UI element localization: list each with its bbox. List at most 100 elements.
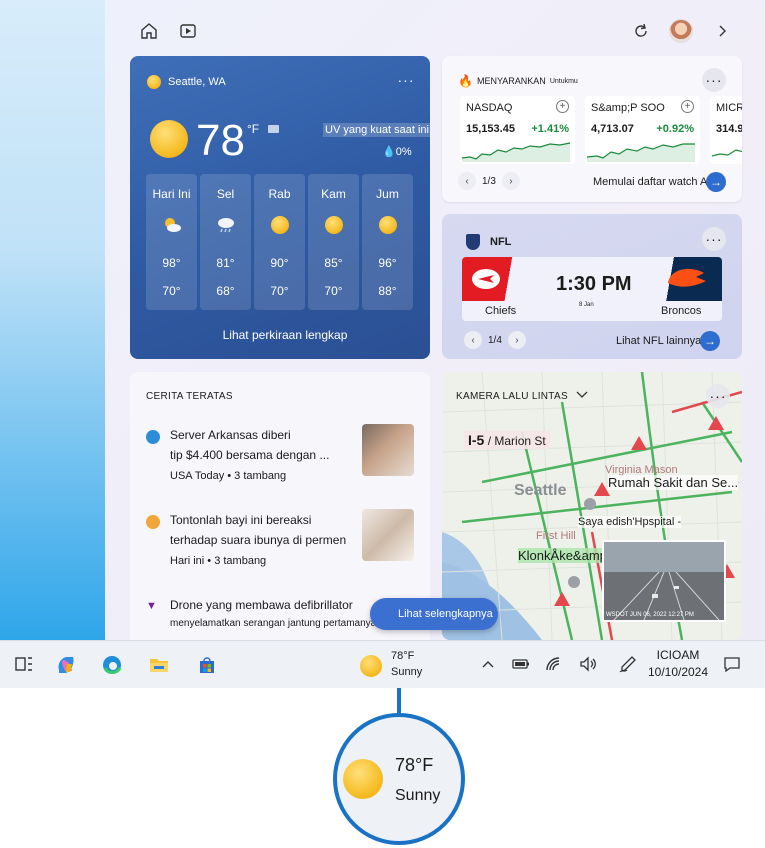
ticker-value: 4,713.07 xyxy=(591,123,634,135)
day-name: Jum xyxy=(376,187,399,201)
weather-card[interactable]: Seattle, WA ··· 78 °F UV yang kuat saat … xyxy=(130,56,430,359)
add-icon[interactable]: + xyxy=(556,100,569,113)
day-low: 88° xyxy=(378,284,397,298)
nfl-header: NFL xyxy=(466,234,511,250)
forecast-day[interactable]: Rab 90° 70° xyxy=(254,174,305,310)
sparkline xyxy=(712,149,742,157)
today-logo-icon xyxy=(146,515,160,529)
see-more-button[interactable]: Lihat selengkapnya xyxy=(370,598,498,630)
forecast-day[interactable]: Kam 85° 70° xyxy=(308,174,359,310)
wifi-icon[interactable] xyxy=(543,654,565,676)
arrow-right-icon[interactable]: → xyxy=(700,331,720,351)
stocks-label: MENYARANKAN xyxy=(476,76,546,86)
more-nfl-link[interactable]: Lihat NFL lainnya xyxy=(616,335,701,347)
map-poi-label: Saya edish'Hpspital - xyxy=(578,516,681,528)
ticker-value: 15,153.45 xyxy=(466,123,515,135)
camera-snapshot[interactable]: WSDOT JUN 06, 2022 12:27 PM xyxy=(602,540,726,622)
system-clock[interactable]: ICIOAM 10/10/2024 xyxy=(640,647,716,681)
weather-zoom-callout: 78°F Sunny xyxy=(333,713,465,845)
chiefs-logo-icon xyxy=(462,257,517,301)
chevron-left-icon[interactable]: ‹ xyxy=(464,331,482,349)
day-high: 81° xyxy=(216,256,235,270)
traffic-label: KAMERA LALU LINTAS xyxy=(456,391,568,402)
chevron-down-icon[interactable] xyxy=(576,391,588,402)
story-title: Drone yang membawa defibrillator xyxy=(170,598,353,612)
chevron-up-icon[interactable] xyxy=(480,654,502,676)
sun-icon xyxy=(324,215,344,235)
usa-today-logo-icon xyxy=(146,430,160,444)
forecast-day[interactable]: Sel 81° 68° xyxy=(200,174,251,310)
clock-time: ICIOAM xyxy=(656,648,700,662)
ticker-card[interactable]: S&amp;P SOO + 4,713.07 +0.92% xyxy=(585,96,700,164)
file-explorer-icon[interactable] xyxy=(148,654,170,676)
uv-alert[interactable]: UV yang kuat saat ini xyxy=(323,123,430,137)
page-indicator: 1/4 xyxy=(488,334,502,346)
ticker-value: 314.9 xyxy=(716,123,742,135)
game-date: 8 Jan xyxy=(579,302,594,308)
add-icon[interactable]: + xyxy=(681,100,694,113)
edge-icon[interactable] xyxy=(101,654,123,676)
day-name: Sel xyxy=(216,187,235,201)
arrow-right-icon[interactable]: → xyxy=(706,172,726,192)
task-view-icon[interactable] xyxy=(14,654,36,676)
more-options-icon[interactable]: ··· xyxy=(702,68,726,92)
stocks-pager: ‹ 1/3 › xyxy=(458,172,520,190)
battery-icon[interactable] xyxy=(511,654,533,676)
source-logo-icon: ▼ xyxy=(146,600,157,612)
team-left-name: Chiefs xyxy=(485,305,517,317)
notification-icon[interactable] xyxy=(722,654,744,676)
sun-icon xyxy=(360,655,382,677)
forecast-day[interactable]: Jum 96° 88° xyxy=(362,174,413,310)
sparkline xyxy=(587,143,695,162)
page-indicator: 1/3 xyxy=(482,175,496,187)
chevron-right-icon[interactable]: › xyxy=(507,331,526,349)
ticker-name: S&amp;P SOO xyxy=(591,102,665,114)
day-name: Rab xyxy=(268,187,291,201)
chevron-left-icon[interactable]: ‹ xyxy=(458,172,476,190)
ticker-list: NASDAQ + 15,153.45 +1.41% S&amp;P SOO + … xyxy=(460,96,742,164)
nfl-label: NFL xyxy=(490,236,512,248)
taskbar: 78°F Sunny ICIOAM 10/10/2024 xyxy=(0,640,765,688)
home-icon[interactable] xyxy=(138,20,160,42)
day-low: 70° xyxy=(270,284,289,298)
store-icon[interactable] xyxy=(196,654,218,676)
stocks-card[interactable]: 🔥 MENYARANKAN Untukmu ··· NASDAQ + 15,15… xyxy=(442,56,742,202)
nfl-card[interactable]: NFL ··· 1:30 PM 8 Jan Chiefs Broncos ‹ 1… xyxy=(442,214,742,359)
ticker-name: MICR xyxy=(716,102,742,114)
video-icon[interactable] xyxy=(177,20,199,42)
more-options-icon[interactable]: ··· xyxy=(394,68,418,92)
map-poi-label: Rumah Sakit dan Se... xyxy=(608,475,739,490)
story-thumbnail xyxy=(362,424,414,476)
sun-icon xyxy=(343,759,383,799)
copilot-icon[interactable] xyxy=(55,654,77,676)
traffic-header[interactable]: KAMERA LALU LINTAS xyxy=(456,391,588,402)
ticker-change: +1.41% xyxy=(531,123,569,135)
sun-icon xyxy=(270,215,290,235)
refresh-icon[interactable] xyxy=(630,20,652,42)
day-high: 96° xyxy=(378,256,397,270)
forecast-day[interactable]: Hari Ini 98° 70° xyxy=(146,174,197,310)
day-high: 98° xyxy=(162,256,181,270)
chevron-right-icon[interactable]: › xyxy=(501,172,520,190)
taskbar-temperature: 78°F xyxy=(391,650,415,662)
forecast-days: Hari Ini 98° 70° Sel 81° 68° Rab 90° 70° xyxy=(146,174,413,310)
avatar[interactable] xyxy=(669,19,693,43)
story-thumbnail xyxy=(362,509,414,561)
clock-date: 10/10/2024 xyxy=(647,665,709,679)
more-options-icon[interactable]: ··· xyxy=(706,384,730,408)
chevron-right-icon[interactable] xyxy=(711,20,733,42)
broncos-logo-icon xyxy=(660,257,722,301)
full-forecast-link[interactable]: Lihat perkiraan lengkap xyxy=(130,328,430,342)
partly-cloudy-icon xyxy=(162,215,182,235)
route-street: / Marion St xyxy=(487,434,546,448)
story-title: Server Arkansas diberi xyxy=(170,428,291,442)
game-card[interactable]: 1:30 PM 8 Jan Chiefs Broncos xyxy=(462,257,722,321)
ticker-card[interactable]: MICR 314.9 xyxy=(710,96,742,164)
camera-caption: WSDOT JUN 06, 2022 12:27 PM xyxy=(606,612,694,618)
map-area-label: First Hill xyxy=(536,530,576,542)
rain-cloud-icon xyxy=(216,215,236,235)
pen-icon[interactable] xyxy=(618,654,640,676)
more-options-icon[interactable]: ··· xyxy=(702,227,726,251)
ticker-card[interactable]: NASDAQ + 15,153.45 +1.41% xyxy=(460,96,575,164)
volume-icon[interactable] xyxy=(578,654,600,676)
